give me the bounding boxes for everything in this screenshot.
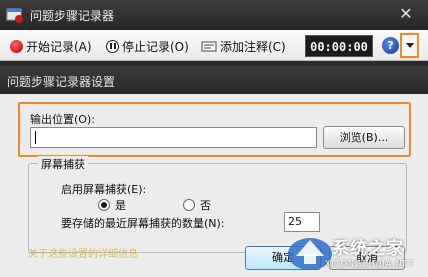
app-icon (6, 7, 24, 23)
help-icon[interactable]: ? (382, 37, 399, 54)
text-caret (35, 131, 36, 144)
settings-help-link[interactable]: 关于这些设置的详细信息 (28, 245, 138, 260)
settings-dropdown-button[interactable] (400, 33, 419, 58)
capture-yes-radio[interactable]: 是 (98, 197, 126, 213)
capture-count-input[interactable]: 25 (284, 212, 320, 232)
elapsed-timer: 00:00:00 (305, 35, 373, 57)
settings-titlebar: 问题步骤记录器设置 (0, 66, 428, 94)
chevron-down-icon (405, 43, 414, 48)
stop-record-label: 停止记录(O) (122, 39, 189, 54)
capture-yes-label: 是 (115, 199, 126, 212)
output-location-input[interactable] (30, 127, 317, 148)
watermark-text: 系统之家 (332, 239, 404, 259)
output-location-label: 输出位置(O): (30, 113, 95, 126)
capture-no-label: 否 (200, 199, 211, 212)
add-comment-button[interactable]: 添加注释(C) (201, 37, 286, 55)
screen-capture-group-title: 屏幕捕获 (38, 156, 88, 172)
radio-unselected-icon (183, 199, 195, 211)
stop-record-button[interactable]: 停止记录(O) (106, 37, 189, 55)
capture-no-radio[interactable]: 否 (183, 197, 211, 213)
recorder-title: 问题步骤记录器 (30, 9, 115, 23)
browse-button[interactable]: 浏览(B)... (323, 126, 405, 149)
settings-title: 问题步骤记录器设置 (7, 75, 116, 89)
add-comment-label: 添加注释(C) (220, 39, 286, 54)
stop-icon (106, 39, 119, 53)
capture-count-label: 要存储的最近屏幕捕获的数量(N): (61, 217, 225, 230)
close-icon: ✕ (399, 4, 413, 23)
screen: 问题步骤记录器 ✕ 开始记录(A) 停止记录(O) 添加注释(C) 00:00:… (0, 0, 428, 277)
comment-icon (201, 40, 217, 53)
recorder-titlebar: 问题步骤记录器 ✕ (0, 0, 428, 30)
start-record-label: 开始记录(A) (26, 39, 92, 54)
start-record-button[interactable]: 开始记录(A) (10, 37, 92, 55)
close-button[interactable]: ✕ (388, 3, 424, 25)
radio-selected-icon (98, 199, 110, 211)
ok-button[interactable]: 确定 (245, 246, 321, 270)
watermark-subtext: XITONGZHIJIA.NET (325, 259, 415, 268)
enable-capture-label: 启用屏幕捕获(E): (61, 183, 147, 196)
record-icon (10, 39, 23, 53)
